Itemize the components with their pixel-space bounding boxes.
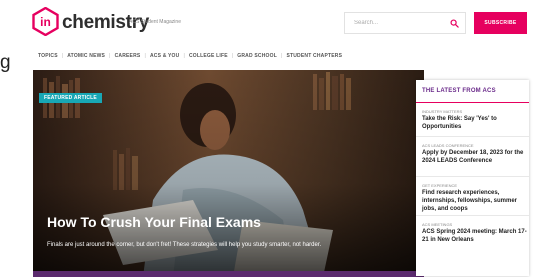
nav-separator: | [231,53,234,59]
search-box [344,12,466,34]
story-category: GET EXPERIENCE [422,183,458,188]
search-input[interactable] [345,13,445,33]
story-category: ACS LEADS CONFERENCE [422,143,474,148]
nav-student-chapters[interactable]: STUDENT CHAPTERS [286,53,342,59]
subscribe-button[interactable]: SUBSCRIBE [474,12,527,34]
nav-grad-school[interactable]: GRAD SCHOOL [237,53,277,59]
nav-separator: | [144,53,146,59]
nav-acs-and-you[interactable]: ACS & YOU [150,53,180,59]
story-item[interactable]: ACS LEADS CONFERENCE Apply by December 1… [416,137,529,177]
hero-subtitle: Finals are just around the corner, but d… [47,242,322,248]
nav-separator: | [109,53,111,59]
story-item[interactable]: ACS MEETINGS ACS Spring 2024 meeting: Ma… [416,216,529,260]
main-nav: TOPICS | ATOMIC NEWS | CAREERS | ACS & Y… [38,51,342,61]
nav-college-life[interactable]: COLLEGE LIFE [189,53,228,59]
search-button[interactable] [443,13,465,33]
nav-separator: | [61,53,64,59]
clipped-heading-fragment: g [0,52,11,73]
logo-mark-text: in [40,15,51,29]
story-headline[interactable]: Take the Risk: Say 'Yes' to Opportunitie… [422,115,530,131]
story-headline[interactable]: ACS Spring 2024 meeting: March 17-21 in … [422,228,530,244]
story-item[interactable]: GET EXPERIENCE Find research experiences… [416,177,529,216]
hero-bottom-bar [33,271,424,277]
featured-article-badge: FEATURED ARTICLE [39,93,102,103]
hero-title[interactable]: How To Crush Your Final Exams [47,214,261,230]
nav-atomic-news[interactable]: ATOMIC NEWS [67,53,105,59]
nav-careers[interactable]: CAREERS [115,53,141,59]
nav-topics[interactable]: TOPICS [38,53,58,59]
site-tagline: ACS Student Magazine [129,19,181,25]
search-icon [449,18,459,28]
nav-separator: | [280,53,283,59]
latest-from-acs-panel: THE LATEST FROM ACS INDUSTRY MATTERS Tak… [416,80,529,276]
logo-icon[interactable]: in [31,7,60,36]
story-item[interactable]: INDUSTRY MATTERS Take the Risk: Say 'Yes… [416,103,529,137]
story-category: INDUSTRY MATTERS [422,109,463,114]
story-category: ACS MEETINGS [422,222,453,227]
sidebar-title: THE LATEST FROM ACS [422,88,496,94]
story-headline[interactable]: Apply by December 18, 2023 for the 2024 … [422,149,530,165]
nav-separator: | [183,53,185,59]
site-header: in chemistry ACS Student Magazine SUBSCR… [0,0,559,48]
story-headline[interactable]: Find research experiences, internships, … [422,189,530,213]
sidebar-header: THE LATEST FROM ACS [416,80,529,103]
